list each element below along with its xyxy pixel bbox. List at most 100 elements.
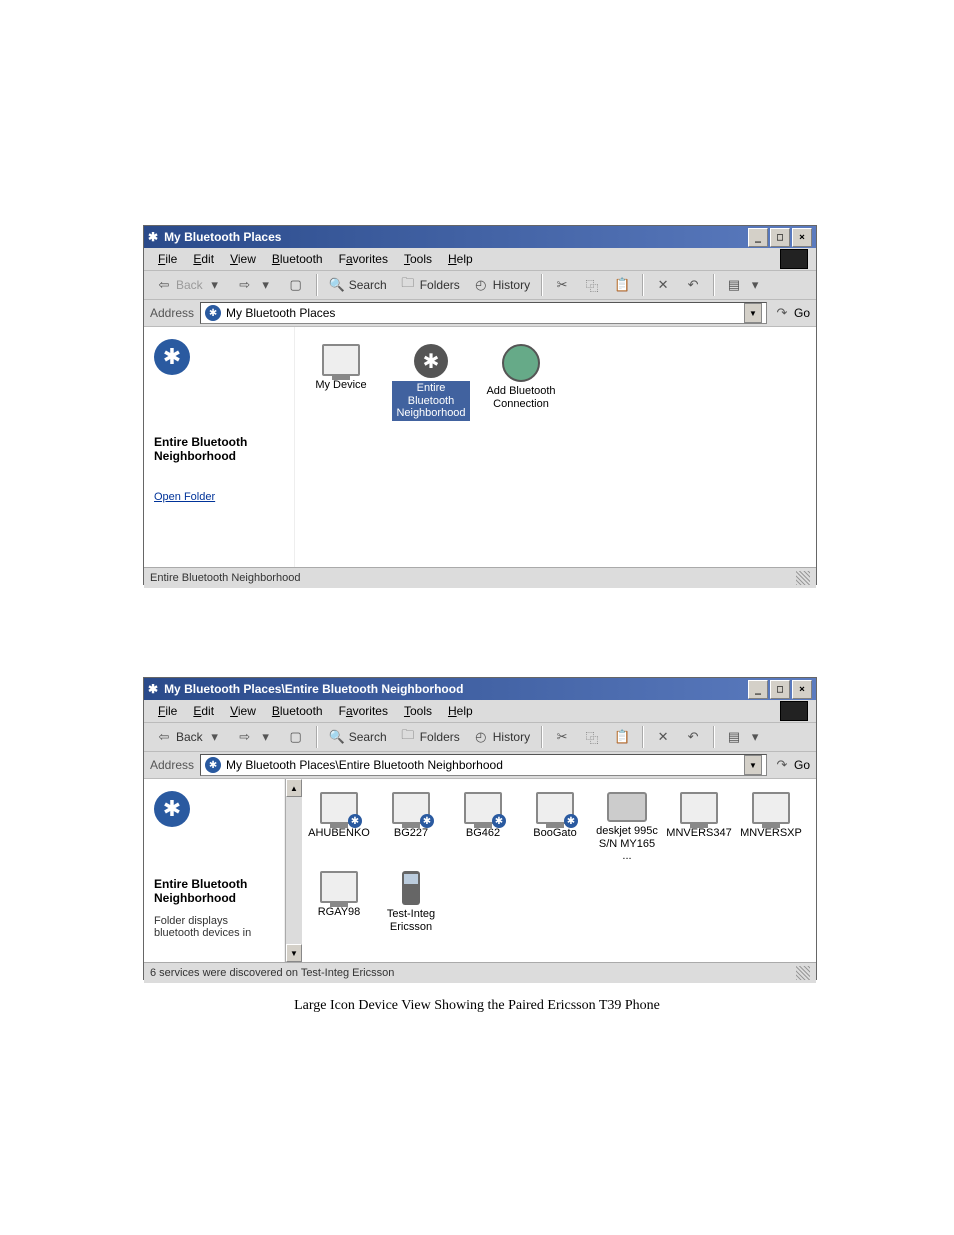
resize-grip[interactable]: [796, 571, 810, 585]
delete-button[interactable]: ✕: [649, 274, 677, 296]
menu-file[interactable]: File: [152, 702, 183, 720]
delete-icon: ✕: [654, 276, 672, 294]
history-button[interactable]: ◴History: [467, 726, 535, 748]
copy-button[interactable]: ⿻: [578, 726, 606, 748]
bluetooth-badge-icon: ✱: [154, 339, 190, 375]
status-text: 6 services were discovered on Test-Integ…: [150, 967, 394, 979]
item-label: BG227: [394, 827, 428, 840]
menu-help[interactable]: Help: [442, 250, 479, 268]
close-button[interactable]: ×: [792, 228, 812, 247]
item-view[interactable]: ✱AHUBENKO ✱ BG227 ✱BG462 ✱BooGato deskjet…: [302, 779, 816, 962]
info-scrollbar[interactable]: ▲ ▼: [285, 779, 302, 962]
phone-icon: [402, 871, 420, 905]
folders-button[interactable]: 🗀Folders: [394, 274, 465, 296]
menu-favorites[interactable]: Favorites: [333, 702, 394, 720]
menu-bar: File Edit View Bluetooth Favorites Tools…: [144, 700, 816, 723]
minimize-button[interactable]: _: [748, 680, 768, 699]
menu-bluetooth[interactable]: Bluetooth: [266, 702, 329, 720]
copy-button[interactable]: ⿻: [578, 274, 606, 296]
device-deskjet[interactable]: deskjet 995c S/N MY165 ...: [592, 789, 662, 866]
forward-button[interactable]: ⇨▾: [231, 726, 280, 748]
maximize-button[interactable]: □: [770, 228, 790, 247]
device-rgay98[interactable]: RGAY98: [304, 868, 374, 936]
bluetooth-overlay-icon: ✱: [348, 814, 362, 828]
scroll-down-button[interactable]: ▼: [286, 944, 302, 962]
window-entire-bluetooth-neighborhood: ✱ My Bluetooth Places\Entire Bluetooth N…: [143, 677, 817, 980]
folder-up-icon: ▢: [287, 276, 305, 294]
computer-icon: ✱: [392, 792, 430, 824]
folders-button[interactable]: 🗀Folders: [394, 726, 465, 748]
menu-file[interactable]: File: [152, 250, 183, 268]
info-heading: Entire Bluetooth Neighborhood: [154, 877, 274, 905]
up-button[interactable]: ▢: [282, 274, 310, 296]
paste-button[interactable]: 📋: [608, 726, 636, 748]
maximize-button[interactable]: □: [770, 680, 790, 699]
menu-favorites[interactable]: Favorites: [333, 250, 394, 268]
title-bar[interactable]: ✱ My Bluetooth Places _ □ ×: [144, 226, 816, 248]
dropdown-icon: ▾: [206, 276, 224, 294]
address-dropdown[interactable]: ▼: [744, 755, 762, 775]
search-button[interactable]: 🔍Search: [323, 726, 392, 748]
device-boogato[interactable]: ✱BooGato: [520, 789, 590, 866]
menu-view[interactable]: View: [224, 702, 262, 720]
title-bar[interactable]: ✱ My Bluetooth Places\Entire Bluetooth N…: [144, 678, 816, 700]
undo-button[interactable]: ↶: [679, 726, 707, 748]
bluetooth-icon: ✱: [414, 344, 448, 378]
menu-help[interactable]: Help: [442, 702, 479, 720]
info-heading: Entire Bluetooth Neighborhood: [154, 435, 284, 463]
paste-icon: 📋: [613, 728, 631, 746]
back-button[interactable]: ⇦Back▾: [150, 726, 229, 748]
minimize-button[interactable]: _: [748, 228, 768, 247]
go-button[interactable]: ↷Go: [773, 756, 810, 774]
menu-tools[interactable]: Tools: [398, 250, 438, 268]
forward-button[interactable]: ⇨▾: [231, 274, 280, 296]
info-description: Folder displays bluetooth devices in: [154, 915, 274, 939]
item-entire-bluetooth-neighborhood[interactable]: ✱ Entire Bluetooth Neighborhood: [389, 341, 473, 424]
item-label: Entire Bluetooth Neighborhood: [392, 381, 470, 421]
resize-grip[interactable]: [796, 966, 810, 980]
back-button[interactable]: ⇦Back▾: [150, 274, 229, 296]
status-bar: Entire Bluetooth Neighborhood: [144, 567, 816, 588]
menu-view[interactable]: View: [224, 250, 262, 268]
address-field[interactable]: ✱ My Bluetooth Places ▼: [200, 302, 767, 324]
item-add-bluetooth-connection[interactable]: Add Bluetooth Connection: [479, 341, 563, 424]
device-ahubenko[interactable]: ✱AHUBENKO: [304, 789, 374, 866]
paste-button[interactable]: 📋: [608, 274, 636, 296]
folders-icon: 🗀: [399, 276, 417, 294]
title-text: My Bluetooth Places: [164, 230, 281, 244]
search-icon: 🔍: [328, 728, 346, 746]
menu-tools[interactable]: Tools: [398, 702, 438, 720]
device-bg227[interactable]: ✱ BG227: [376, 789, 446, 866]
go-button[interactable]: ↷Go: [773, 304, 810, 322]
item-view[interactable]: My Device ✱ Entire Bluetooth Neighborhoo…: [295, 327, 816, 567]
up-button[interactable]: ▢: [282, 726, 310, 748]
computer-icon: [752, 792, 790, 824]
status-bar: 6 services were discovered on Test-Integ…: [144, 962, 816, 983]
views-button[interactable]: ▤▾: [720, 726, 769, 748]
menu-bar: File Edit View Bluetooth Favorites Tools…: [144, 248, 816, 271]
device-bg462[interactable]: ✱BG462: [448, 789, 518, 866]
device-mnvers347[interactable]: MNVERS347: [664, 789, 734, 866]
history-button[interactable]: ◴History: [467, 274, 535, 296]
menu-bluetooth[interactable]: Bluetooth: [266, 250, 329, 268]
open-folder-link[interactable]: Open Folder: [154, 491, 284, 503]
scroll-up-button[interactable]: ▲: [286, 779, 302, 797]
close-button[interactable]: ×: [792, 680, 812, 699]
device-mnversxp[interactable]: MNVERSXP: [736, 789, 806, 866]
brand-logo: [780, 249, 808, 269]
address-field[interactable]: ✱ My Bluetooth Places\Entire Bluetooth N…: [200, 754, 767, 776]
menu-edit[interactable]: Edit: [187, 250, 220, 268]
cut-button[interactable]: ✂: [548, 274, 576, 296]
window-my-bluetooth-places: ✱ My Bluetooth Places _ □ × File Edit Vi…: [143, 225, 817, 585]
cut-button[interactable]: ✂: [548, 726, 576, 748]
undo-button[interactable]: ↶: [679, 274, 707, 296]
search-button[interactable]: 🔍Search: [323, 274, 392, 296]
address-dropdown[interactable]: ▼: [744, 303, 762, 323]
menu-edit[interactable]: Edit: [187, 702, 220, 720]
go-icon: ↷: [773, 304, 791, 322]
views-button[interactable]: ▤▾: [720, 274, 769, 296]
device-test-integ-ericsson[interactable]: Test-Integ Ericsson: [376, 868, 446, 936]
delete-button[interactable]: ✕: [649, 726, 677, 748]
item-label: MNVERSXP: [740, 827, 802, 840]
item-my-device[interactable]: My Device: [299, 341, 383, 424]
